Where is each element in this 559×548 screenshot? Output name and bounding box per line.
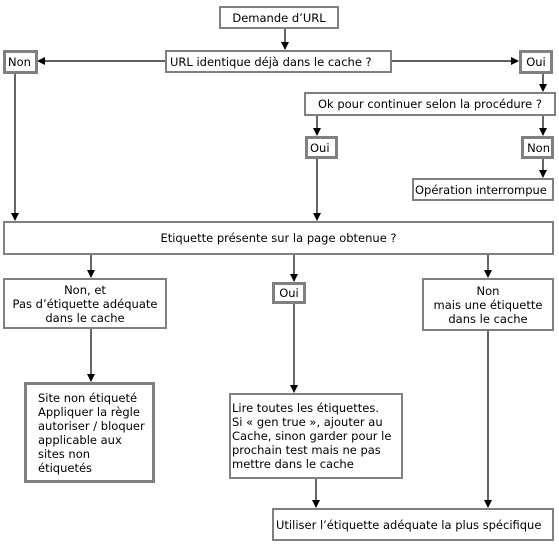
node-cache-yes-label: Oui [526, 55, 546, 69]
node-no-label-no-cache: Non, et Pas d’étiquette adéquate dans le… [3, 278, 167, 329]
node-cache-check-label: URL identique déjà dans le cache ? [170, 54, 372, 69]
node-no-but-cache: Non mais une étiquette dans le cache [422, 278, 554, 331]
node-proceed-no: Non [521, 136, 554, 159]
node-url-request: Demande d’URL [219, 6, 339, 29]
node-use-specific: Utiliser l’étiquette adéquate la plus sp… [272, 508, 554, 541]
node-use-specific-label: Utiliser l’étiquette adéquate la plus sp… [276, 517, 542, 532]
node-proceed-no-label: Non [527, 140, 550, 155]
node-proceed-check-label: Ok pour continuer selon la procédure ? [317, 97, 542, 111]
node-no-but-cache-label: Non mais une étiquette dans le cache [433, 283, 543, 326]
node-cache-yes: Oui [519, 50, 553, 74]
node-cache-no: Non [3, 50, 38, 74]
node-cache-no-label: Non [8, 55, 31, 69]
node-no-label-no-cache-label: Non, et Pas d’étiquette adéquate dans le… [12, 282, 158, 325]
node-read-labels-label: Lire toutes les étiquettes. Si « gen tru… [232, 401, 392, 471]
node-proceed-yes-label: Oui [310, 140, 330, 155]
node-read-labels: Lire toutes les étiquettes. Si « gen tru… [229, 393, 403, 479]
node-label-yes: Oui [272, 282, 306, 304]
node-proceed-yes: Oui [305, 136, 338, 159]
node-operation-interrupted: Opération interrompue [412, 178, 554, 201]
node-label-yes-label: Oui [279, 286, 299, 300]
node-label-present-label: Etiquette présente sur la page obtenue ? [160, 231, 397, 245]
node-cache-check: URL identique déjà dans le cache ? [165, 50, 392, 73]
node-label-present: Etiquette présente sur la page obtenue ? [3, 221, 554, 255]
node-url-request-label: Demande d’URL [232, 10, 326, 25]
node-unlabeled-site-label: Site non étiqueté Appliquer la règle aut… [38, 390, 145, 475]
node-unlabeled-site: Site non étiqueté Appliquer la règle aut… [24, 382, 155, 483]
node-proceed-check: Ok pour continuer selon la procédure ? [304, 92, 556, 116]
node-operation-interrupted-label: Opération interrompue [415, 182, 547, 197]
